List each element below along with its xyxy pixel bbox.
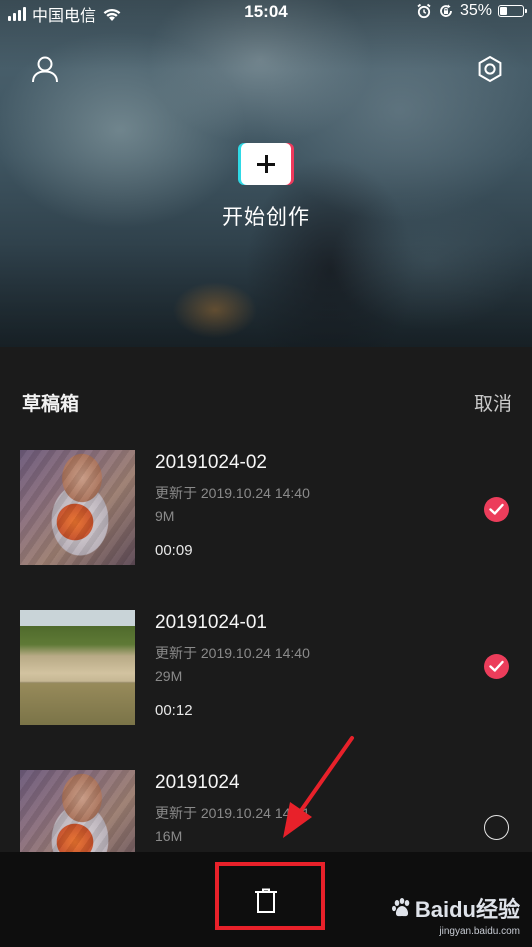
checkmark-icon — [489, 503, 504, 515]
settings-gear-icon[interactable] — [476, 55, 504, 83]
cancel-button[interactable]: 取消 — [474, 389, 512, 416]
start-create-area[interactable]: 开始创作 — [0, 143, 532, 231]
alarm-icon — [417, 3, 431, 19]
draft-size: 16M — [155, 828, 183, 844]
start-create-label: 开始创作 — [222, 206, 310, 229]
add-plus-icon[interactable] — [241, 143, 291, 185]
draft-size: 9M — [155, 508, 175, 524]
drafts-panel: 草稿箱 取消 20191024-02 更新于 2019.10.24 14:40 … — [0, 347, 532, 885]
draft-updated-time: 更新于 2019.10.24 14:40 — [155, 485, 310, 501]
watermark-brand: Baidu经验 — [414, 897, 520, 922]
battery-percent: 35% — [459, 2, 492, 19]
status-bar: 中国电信 15:04 35% — [0, 0, 532, 25]
draft-item[interactable]: 20191024-01 更新于 2019.10.24 14:40 29M 00:… — [0, 610, 532, 726]
draft-updated-time: 更新于 2019.10.24 14:40 — [155, 645, 310, 661]
draft-thumbnail — [20, 450, 135, 565]
draft-select-checkbox-unchecked[interactable] — [484, 815, 509, 840]
draft-size: 29M — [155, 668, 183, 684]
draft-updated-time: 更新于 2019.10.24 14:31 — [155, 805, 310, 821]
battery-icon — [498, 5, 527, 17]
draft-title: 20191024-01 — [155, 612, 267, 633]
baidu-paw-logo — [391, 898, 410, 917]
draft-select-checkbox-checked[interactable] — [484, 654, 509, 679]
rotation-lock-icon — [440, 4, 452, 17]
draft-select-checkbox-checked[interactable] — [484, 497, 509, 522]
baidu-jingyan-watermark: Baidu经验 jingyan.baidu.com — [391, 892, 520, 937]
profile-person-icon[interactable] — [31, 55, 59, 83]
delete-trash-icon[interactable] — [254, 888, 278, 914]
draft-item[interactable]: 20191024-02 更新于 2019.10.24 14:40 9M 00:0… — [0, 450, 532, 566]
drafts-title: 草稿箱 — [22, 394, 80, 415]
draft-duration: 00:09 — [155, 542, 193, 559]
draft-title: 20191024-02 — [155, 452, 267, 473]
checkmark-icon — [489, 660, 504, 672]
draft-duration: 00:12 — [155, 702, 193, 719]
draft-title: 20191024 — [155, 772, 240, 793]
watermark-url: jingyan.baidu.com — [439, 926, 520, 937]
draft-thumbnail — [20, 610, 135, 725]
